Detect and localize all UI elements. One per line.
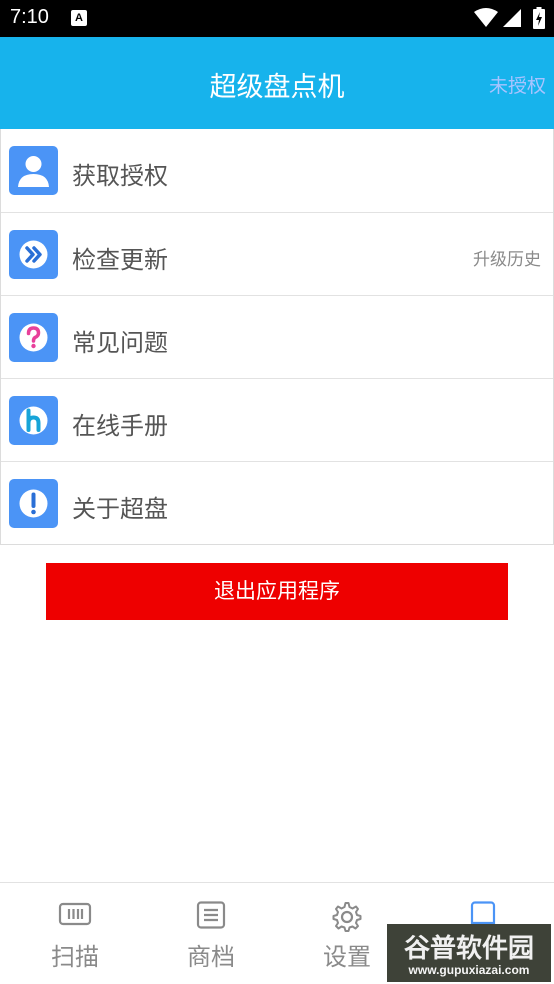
menu-item-label: 获取授权 <box>72 162 168 190</box>
menu-item-label: 关于超盘 <box>72 495 168 523</box>
signal-icon <box>503 9 521 27</box>
status-time: 7:10 <box>10 6 49 28</box>
barcode-icon <box>58 902 92 926</box>
page-title: 超级盘点机 <box>209 72 345 103</box>
update-history-link[interactable]: 升级历史 <box>473 245 541 270</box>
settings-menu: 获取授权 检查更新 升级历史 常见问题 在线手册 关于超盘 <box>0 129 554 545</box>
menu-item-faq[interactable]: 常见问题 <box>1 295 553 378</box>
menu-item-check-update[interactable]: 检查更新 升级历史 <box>1 212 553 295</box>
wifi-icon <box>474 8 498 27</box>
menu-item-label: 在线手册 <box>72 412 168 440</box>
h-icon <box>9 396 58 445</box>
tab-label: 商档 <box>187 943 235 971</box>
menu-item-about[interactable]: 关于超盘 <box>1 461 553 544</box>
question-icon <box>9 313 58 362</box>
tab-products[interactable]: 商档 <box>142 883 280 984</box>
user-icon <box>9 146 58 195</box>
title-bar: 超级盘点机 未授权 <box>0 37 554 129</box>
menu-item-get-authorization[interactable]: 获取授权 <box>1 129 553 212</box>
tab-scan[interactable]: 扫描 <box>6 883 144 984</box>
menu-item-label: 常见问题 <box>72 329 168 357</box>
gear-icon <box>332 902 362 932</box>
notification-a-icon: A <box>71 10 87 26</box>
info-icon <box>9 479 58 528</box>
battery-charging-icon <box>533 7 545 29</box>
forward-icon <box>9 230 58 279</box>
auth-status-label[interactable]: 未授权 <box>489 71 546 98</box>
watermark-url: www.gupuxiazai.com <box>408 963 530 977</box>
tab-label: 扫描 <box>51 943 99 971</box>
watermark-title: 谷普软件园 <box>403 934 534 964</box>
exit-app-button[interactable]: 退出应用程序 <box>46 563 508 620</box>
list-icon <box>196 901 226 929</box>
status-bar: 7:10 A <box>0 0 554 37</box>
menu-item-online-manual[interactable]: 在线手册 <box>1 378 553 461</box>
watermark-logo: 谷普软件园 www.gupuxiazai.com <box>387 924 551 982</box>
menu-item-label: 检查更新 <box>72 246 168 274</box>
